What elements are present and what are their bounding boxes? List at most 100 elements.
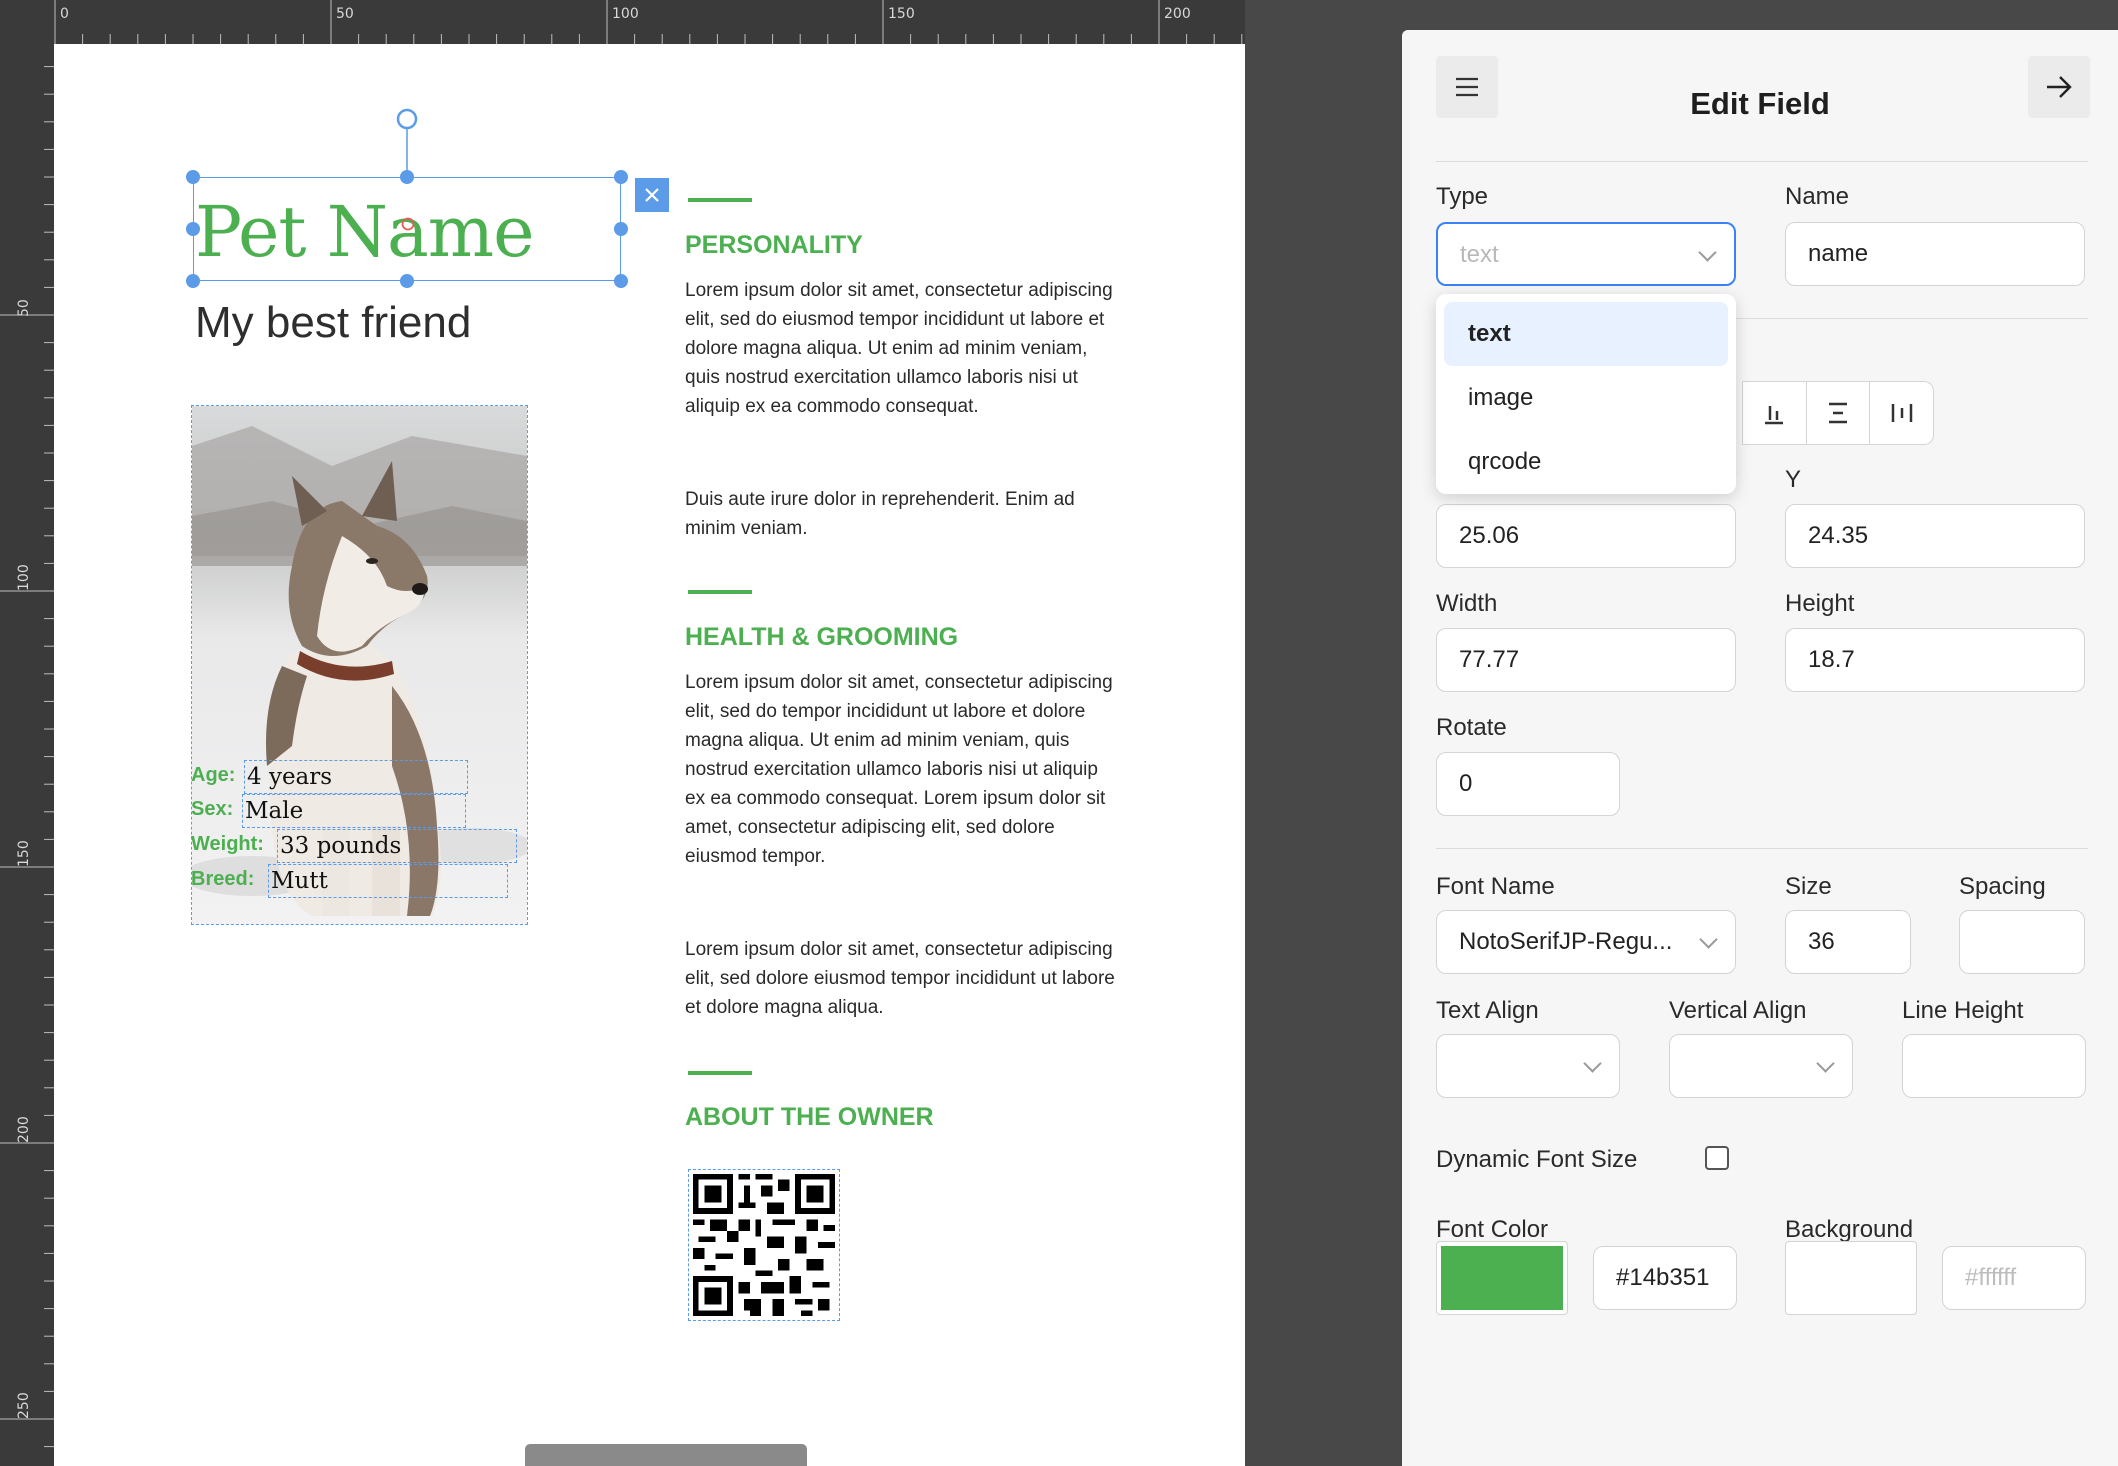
background-label: Background xyxy=(1785,1216,1914,1243)
distribute-horizontal-button[interactable] xyxy=(1869,382,1933,444)
ruler-label: 250 xyxy=(16,1392,32,1419)
personality-heading: PERSONALITY xyxy=(685,231,863,259)
align-bottom-icon xyxy=(1765,406,1784,425)
distribute-vertical-icon xyxy=(1829,402,1847,424)
size-input[interactable]: 36 xyxy=(1785,910,1911,974)
font-name-select[interactable]: NotoSerifJP-Regu... xyxy=(1436,910,1736,974)
sex-field[interactable]: Male xyxy=(242,794,466,828)
rotate-input[interactable]: 0 xyxy=(1436,752,1620,816)
age-label: Age: xyxy=(191,764,236,786)
font-color-label: Font Color xyxy=(1436,1216,1549,1243)
ruler-label: 100 xyxy=(612,6,639,22)
chevron-down-icon xyxy=(1699,930,1718,949)
divider xyxy=(1436,848,2088,849)
type-select[interactable]: text xyxy=(1436,222,1736,286)
type-option-qrcode[interactable]: qrcode xyxy=(1444,430,1728,494)
text-align-select[interactable] xyxy=(1436,1034,1620,1098)
chevron-down-icon xyxy=(1583,1054,1602,1073)
y-label: Y xyxy=(1785,466,1802,493)
ruler-label: 150 xyxy=(888,6,915,22)
panel-title: Edit Field xyxy=(1690,86,1830,121)
chevron-down-icon xyxy=(1816,1054,1835,1073)
font-color-swatch[interactable] xyxy=(1436,1241,1568,1315)
line-height-input[interactable] xyxy=(1902,1034,2086,1098)
background-color-swatch[interactable] xyxy=(1785,1241,1917,1315)
font-name-value: NotoSerifJP-Regu... xyxy=(1459,928,1673,955)
x-input[interactable]: 25.06 xyxy=(1436,504,1736,568)
section-divider xyxy=(688,1071,752,1075)
horizontal-ruler: 0 50 100 150 200 xyxy=(0,0,1245,44)
subtitle: My best friend xyxy=(195,298,472,347)
ruler-label: 0 xyxy=(60,6,69,22)
text-align-label: Text Align xyxy=(1436,997,1539,1024)
ruler-label: 150 xyxy=(16,840,32,867)
sex-label: Sex: xyxy=(191,798,234,820)
type-label: Type xyxy=(1436,183,1489,210)
edit-field-panel: Edit Field Type Name text name Y 25.06 2… xyxy=(1402,30,2118,1466)
alignment-button-group xyxy=(1742,381,1934,445)
resize-handle[interactable] xyxy=(400,170,414,184)
personality-text-2: Duis aute irure dolor in reprehenderit. … xyxy=(685,489,1075,539)
owner-heading: ABOUT THE OWNER xyxy=(685,1103,934,1131)
resize-handle[interactable] xyxy=(186,170,200,184)
resize-handle[interactable] xyxy=(614,170,628,184)
distribute-vertical-button[interactable] xyxy=(1805,382,1870,444)
dynamic-font-size-checkbox[interactable] xyxy=(1705,1146,1729,1170)
vertical-align-select[interactable] xyxy=(1669,1034,1853,1098)
delete-field-button[interactable] xyxy=(635,178,669,212)
resize-handle[interactable] xyxy=(614,222,628,236)
height-label: Height xyxy=(1785,590,1855,617)
spacing-input[interactable] xyxy=(1959,910,2085,974)
qrcode-field[interactable] xyxy=(688,1169,840,1321)
font-color-input[interactable]: #14b351 xyxy=(1593,1246,1737,1310)
personality-text: Lorem ipsum dolor sit amet, consectetur … xyxy=(685,280,1113,417)
age-field[interactable]: 4 years xyxy=(244,760,468,794)
resize-handle[interactable] xyxy=(400,274,414,288)
font-name-label: Font Name xyxy=(1436,873,1555,900)
vertical-align-label: Vertical Align xyxy=(1669,997,1807,1024)
font-color-preview xyxy=(1441,1246,1563,1310)
weight-label: Weight: xyxy=(191,833,264,855)
dynamic-font-size-label: Dynamic Font Size xyxy=(1436,1146,1638,1173)
vertical-ruler: 50 100 150 200 250 xyxy=(0,44,54,1466)
resize-handle[interactable] xyxy=(614,274,628,288)
breed-field[interactable]: Mutt xyxy=(268,864,508,898)
distribute-horizontal-icon xyxy=(1891,404,1912,422)
height-input[interactable]: 18.7 xyxy=(1785,628,2085,692)
ruler-label: 200 xyxy=(16,1116,32,1143)
qrcode-image xyxy=(693,1174,835,1316)
background-color-input[interactable]: #ffffff xyxy=(1942,1246,2086,1310)
width-label: Width xyxy=(1436,590,1498,617)
spacing-label: Spacing xyxy=(1959,873,2046,900)
size-label: Size xyxy=(1785,873,1832,900)
section-divider xyxy=(688,590,752,594)
close-icon xyxy=(645,188,659,202)
rotate-label: Rotate xyxy=(1436,714,1507,741)
type-dropdown-menu: text image qrcode xyxy=(1436,294,1736,494)
health-text: Lorem ipsum dolor sit amet, consectetur … xyxy=(685,672,1113,867)
type-select-value: text xyxy=(1460,241,1499,268)
ruler-label: 200 xyxy=(1164,6,1191,22)
health-heading: HEALTH & GROOMING xyxy=(685,623,959,651)
chevron-down-icon xyxy=(1698,243,1717,262)
ruler-label: 100 xyxy=(16,564,32,591)
width-input[interactable]: 77.77 xyxy=(1436,628,1736,692)
background-color-preview xyxy=(1790,1246,1912,1310)
line-height-label: Line Height xyxy=(1902,997,2024,1024)
weight-field[interactable]: 33 pounds xyxy=(277,829,517,863)
resize-handle[interactable] xyxy=(186,274,200,288)
vertical-ruler-ticks xyxy=(0,66,54,1448)
name-input[interactable]: name xyxy=(1785,222,2085,286)
align-bottom-button[interactable] xyxy=(1742,382,1806,444)
ruler-label: 50 xyxy=(336,6,354,22)
pet-name-field[interactable]: Pet Name xyxy=(195,191,535,273)
y-input[interactable]: 24.35 xyxy=(1785,504,2085,568)
type-option-text[interactable]: text xyxy=(1444,302,1728,366)
center-point-icon xyxy=(401,217,415,231)
section-divider xyxy=(688,198,752,202)
health-text-2: Lorem ipsum dolor sit amet, consectetur … xyxy=(685,939,1115,1018)
type-option-image[interactable]: image xyxy=(1444,366,1728,430)
scrollbar-thumb[interactable] xyxy=(525,1444,807,1466)
divider xyxy=(1436,161,2088,162)
template-canvas[interactable]: Pet Name My best friend Age: 4 years Sex… xyxy=(54,44,1245,1466)
